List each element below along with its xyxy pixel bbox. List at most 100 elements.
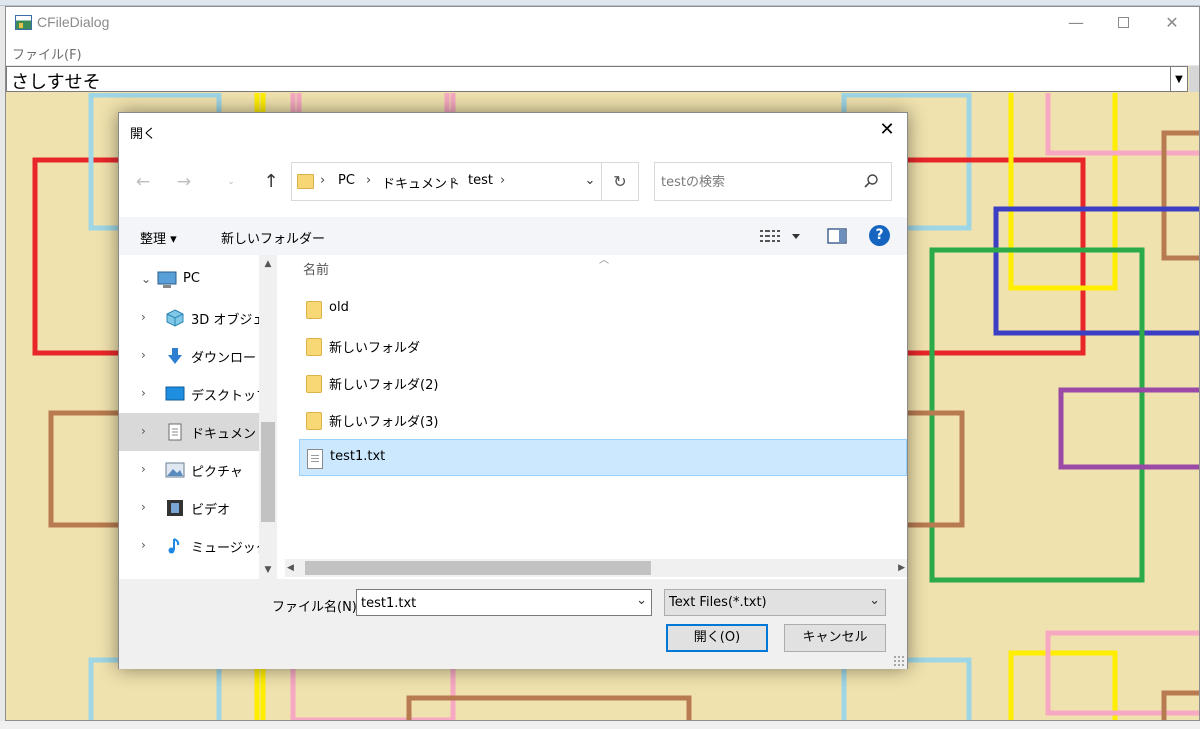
maximize-icon <box>1117 16 1129 28</box>
breadcrumb-documents[interactable]: ドキュメント <box>382 173 460 192</box>
nav-item-label: デスクトップ <box>191 389 270 404</box>
combo-dropdown-arrow[interactable]: ▼ <box>1170 66 1188 92</box>
outline-rectangle <box>1161 690 1199 720</box>
navigation-row: ← → ⌄ ↑ › PC › ドキュメント › test › ⌄ ↻ <box>119 153 907 213</box>
chevron-right-icon[interactable]: › <box>141 538 146 552</box>
file-name: 新しいフォルダ(2) <box>329 378 439 393</box>
up-button[interactable]: ↑ <box>260 171 282 193</box>
nav-item-downloads[interactable]: › ダウンロード <box>119 337 269 375</box>
chevron-right-icon[interactable]: › <box>141 386 146 400</box>
scroll-down-arrow[interactable]: ▼ <box>259 561 277 579</box>
dialog-close-button[interactable]: ✕ <box>873 117 901 143</box>
window-close-button[interactable]: ✕ <box>1149 7 1195 39</box>
3d-objects-icon <box>166 309 184 327</box>
filename-combo[interactable]: ⌄ <box>356 589 652 616</box>
outline-rectangle <box>1045 93 1199 156</box>
scroll-thumb[interactable] <box>261 422 275 522</box>
desktop-icon <box>165 386 185 401</box>
chevron-right-icon[interactable]: › <box>141 310 146 324</box>
search-input[interactable] <box>661 169 851 195</box>
search-box[interactable] <box>654 162 892 201</box>
outline-rectangle <box>290 93 302 116</box>
file-name: 新しいフォルダ(3) <box>329 415 439 430</box>
outline-rectangle <box>254 657 266 720</box>
filename-input[interactable] <box>361 594 621 612</box>
list-item[interactable]: old <box>299 291 907 328</box>
back-button[interactable]: ← <box>132 171 154 193</box>
maximize-button[interactable] <box>1100 7 1146 39</box>
dialog-footer: ファイル名(N): ⌄ Text Files(*.txt) ⌄ 開く(O) キャ… <box>119 579 907 669</box>
text-combo-box[interactable]: さしすせそ ▼ <box>6 66 1188 93</box>
background-bottom-strip <box>0 721 1200 729</box>
nav-item-music[interactable]: › ミュージック <box>119 527 269 565</box>
chevron-down-icon[interactable]: ⌄ <box>636 593 647 608</box>
outline-rectangle <box>993 206 1199 336</box>
help-button[interactable]: ? <box>869 225 890 246</box>
file-list: ︿ 名前 old 新しいフォルダ 新しいフォルダ(2) 新しいフォルダ(3) t… <box>285 255 907 579</box>
nav-item-desktop[interactable]: › デスクトップ <box>119 375 269 413</box>
nav-item-pictures[interactable]: › ピクチャ <box>119 451 259 489</box>
nav-item-3d-objects[interactable]: › 3D オブジェクト <box>119 299 281 337</box>
nav-item-documents[interactable]: › ドキュメント <box>119 413 269 451</box>
scroll-thumb[interactable] <box>305 561 651 575</box>
scroll-up-arrow[interactable]: ▲ <box>259 255 277 273</box>
menu-file[interactable]: ファイル(F) <box>12 44 82 63</box>
menu-bar: ファイル(F) <box>6 39 1199 66</box>
cancel-button[interactable]: キャンセル <box>784 624 886 652</box>
nav-item-label: ビデオ <box>191 503 231 518</box>
search-icon[interactable] <box>863 173 879 189</box>
chevron-right-icon[interactable]: › <box>500 173 505 188</box>
filename-label: ファイル名(N): <box>272 600 362 615</box>
breadcrumb-test[interactable]: test <box>468 173 493 188</box>
nav-item-pc[interactable]: ⌄ PC <box>119 261 259 299</box>
folder-icon <box>297 174 314 189</box>
nav-item-videos[interactable]: › ビデオ <box>119 489 259 527</box>
chevron-down-icon[interactable]: ⌄ <box>580 171 600 191</box>
list-item[interactable]: 新しいフォルダ(3) <box>299 402 907 439</box>
horizontal-scrollbar[interactable]: ◀ ▶ <box>285 559 907 577</box>
address-bar[interactable]: › PC › ドキュメント › test › ⌄ ↻ <box>291 162 639 201</box>
organize-button[interactable]: 整理 ▾ <box>140 228 177 247</box>
column-header-name[interactable]: 名前 <box>303 259 329 278</box>
minimize-button[interactable]: — <box>1053 7 1099 39</box>
chevron-down-icon[interactable]: ⌄ <box>869 593 880 608</box>
file-name: old <box>329 300 349 315</box>
chevron-right-icon[interactable]: › <box>366 173 371 188</box>
chevron-right-icon[interactable]: › <box>141 462 146 476</box>
chevron-right-icon[interactable]: › <box>320 173 325 188</box>
text-file-icon <box>307 449 323 469</box>
picture-icon <box>165 462 185 478</box>
resize-grip[interactable] <box>893 655 905 667</box>
refresh-button[interactable]: ↻ <box>601 163 638 200</box>
chevron-right-icon[interactable]: › <box>141 348 146 362</box>
open-button[interactable]: 開く(O) <box>666 624 768 652</box>
forward-button[interactable]: → <box>173 171 195 193</box>
scroll-right-arrow[interactable]: ▶ <box>889 559 905 577</box>
file-name: 新しいフォルダ <box>329 341 421 356</box>
list-item[interactable]: 新しいフォルダ(2) <box>299 365 907 402</box>
pc-icon <box>157 271 177 288</box>
view-options-icon[interactable] <box>759 226 807 246</box>
new-folder-button[interactable]: 新しいフォルダー <box>221 228 325 247</box>
video-icon <box>167 500 183 516</box>
recent-locations-button[interactable]: ⌄ <box>220 171 242 193</box>
download-icon <box>168 348 182 364</box>
outline-rectangle <box>1058 387 1199 470</box>
open-file-dialog: 開く ✕ ← → ⌄ ↑ › PC › ドキュメント › test › ⌄ ↻ … <box>118 112 908 669</box>
preview-pane-icon[interactable] <box>827 226 847 246</box>
breadcrumb-pc[interactable]: PC <box>338 173 355 188</box>
list-item[interactable]: test1.txt <box>299 439 907 476</box>
list-item[interactable]: 新しいフォルダ <box>299 328 907 365</box>
outline-rectangle <box>444 93 456 116</box>
navigation-pane: ⌄ PC › 3D オブジェクト › ダウンロード › デスクトップ <box>119 255 281 579</box>
chevron-right-icon[interactable]: › <box>141 424 146 438</box>
scroll-left-arrow[interactable]: ◀ <box>287 559 303 577</box>
nav-item-label: ドキュメント <box>191 427 270 442</box>
nav-scrollbar[interactable]: ▲ ▼ <box>259 255 277 579</box>
filetype-select[interactable]: Text Files(*.txt) ⌄ <box>664 589 886 616</box>
chevron-right-icon[interactable]: › <box>452 173 457 188</box>
chevron-down-icon[interactable]: ⌄ <box>141 272 151 286</box>
outline-rectangle <box>290 657 456 720</box>
title-bar[interactable]: CFileDialog — ✕ <box>6 7 1199 39</box>
chevron-right-icon[interactable]: › <box>141 500 146 514</box>
